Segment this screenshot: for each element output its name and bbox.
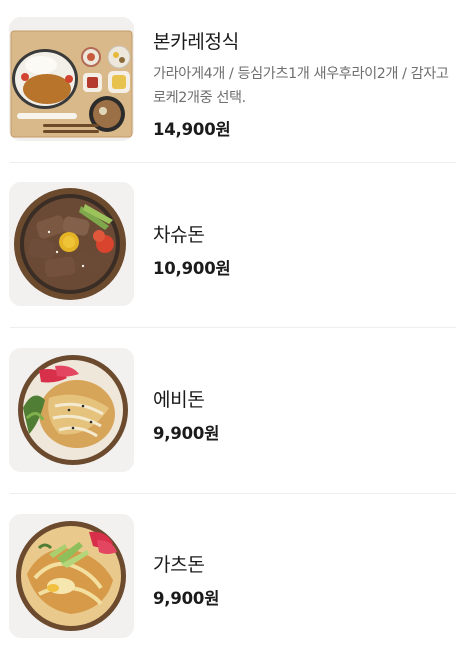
menu-item-chashu-don[interactable]: 차슈돈 10,900원 [0, 165, 466, 331]
menu-item-ebi-don[interactable]: 에비돈 9,900원 [0, 331, 466, 497]
menu-item-name: 에비돈 [153, 389, 205, 411]
divider [10, 493, 456, 494]
menu-item-name: 가츠돈 [153, 554, 205, 576]
divider [10, 327, 456, 328]
menu-item-price: 10,900원 [153, 259, 231, 278]
chashu-don-photo [9, 182, 134, 306]
menu-list: 본카레정식 가라아게4개 / 등심가츠1개 새우후라이2개 / 감자고로케2개중… [0, 0, 466, 658]
katsu-don-photo [9, 514, 134, 638]
divider [10, 162, 456, 163]
chashu-rice-bowl-photo-icon [9, 182, 134, 306]
menu-item-name: 본카레정식 [153, 31, 239, 53]
curry-set-photo [9, 17, 134, 141]
menu-item-bon-curry-set[interactable]: 본카레정식 가라아게4개 / 등심가츠1개 새우후라이2개 / 감자고로케2개중… [0, 0, 466, 166]
curry-set-tray-photo-icon [9, 17, 134, 141]
menu-item-description: 가라아게4개 / 등심가츠1개 새우후라이2개 / 감자고로케2개중 선택. [153, 66, 449, 106]
menu-item-price: 9,900원 [153, 589, 220, 608]
menu-item-name: 차슈돈 [153, 224, 205, 246]
ebi-rice-bowl-photo-icon [9, 348, 134, 472]
ebi-don-photo [9, 348, 134, 472]
menu-item-price: 9,900원 [153, 424, 220, 443]
katsu-rice-bowl-photo-icon [9, 514, 134, 638]
menu-item-katsu-don[interactable]: 가츠돈 9,900원 [0, 497, 466, 663]
menu-item-price: 14,900원 [153, 120, 231, 139]
